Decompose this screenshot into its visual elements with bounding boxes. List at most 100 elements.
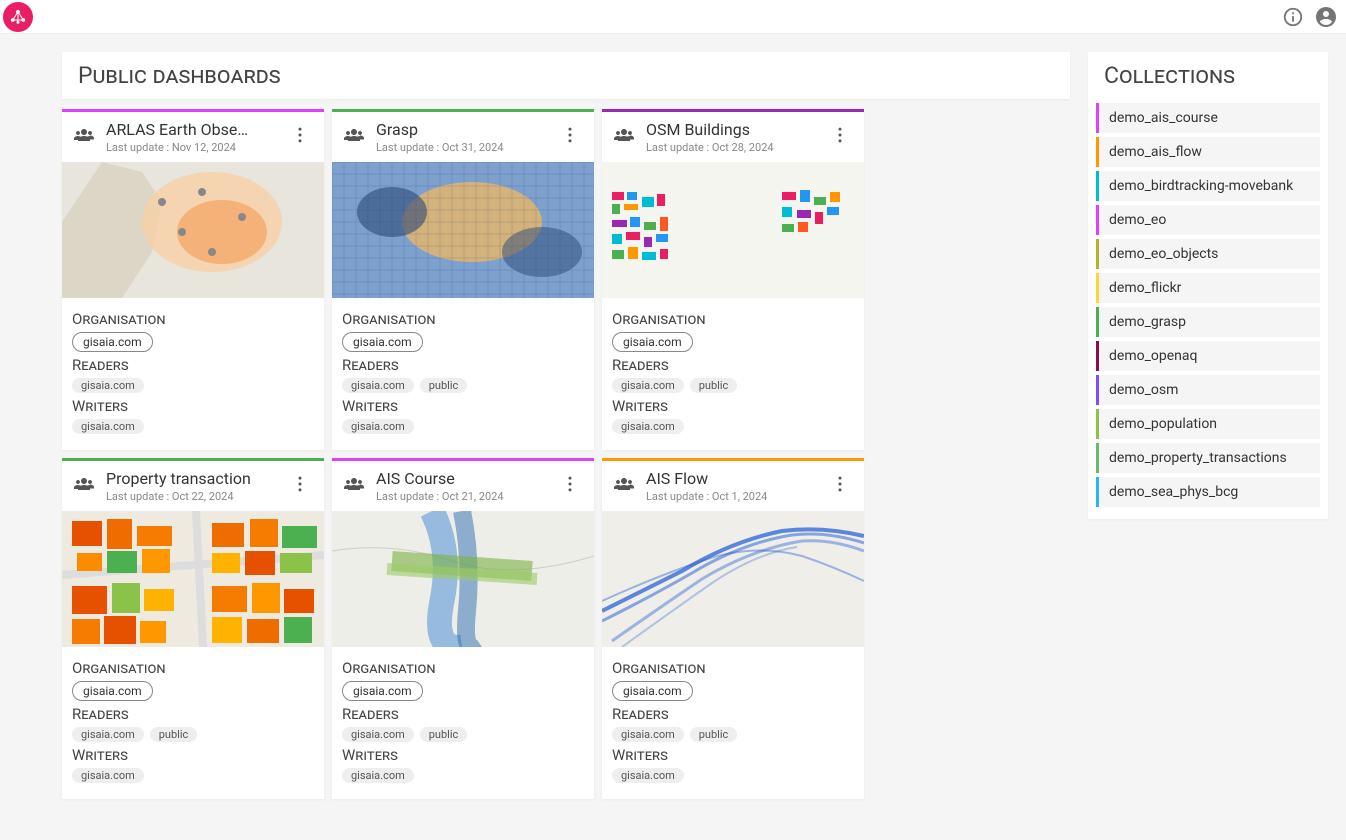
org-label: Organisation bbox=[342, 659, 584, 677]
more-vert-icon bbox=[290, 125, 310, 145]
card-thumbnail[interactable] bbox=[332, 511, 594, 647]
reader-tag: gisaia.com bbox=[342, 727, 414, 742]
org-tag: gisaia.com bbox=[72, 332, 153, 352]
collection-item[interactable]: demo_eo bbox=[1096, 205, 1320, 235]
writers-label: Writers bbox=[72, 746, 314, 764]
collections-title: Collections bbox=[1088, 52, 1328, 99]
card-thumbnail[interactable] bbox=[62, 162, 324, 298]
groups-icon bbox=[72, 472, 96, 500]
reader-tag: public bbox=[420, 378, 468, 393]
card-more-button[interactable] bbox=[286, 470, 314, 502]
reader-tag: public bbox=[420, 727, 468, 742]
collection-item[interactable]: demo_sea_phys_bcg bbox=[1096, 477, 1320, 507]
card-more-button[interactable] bbox=[556, 470, 584, 502]
collection-item[interactable]: demo_birdtracking-movebank bbox=[1096, 171, 1320, 201]
dashboard-card[interactable]: Property transaction Last update : Oct 2… bbox=[62, 458, 324, 799]
writers-label: Writers bbox=[612, 746, 854, 764]
card-subtitle: Last update : Oct 22, 2024 bbox=[106, 490, 276, 503]
writer-tag: gisaia.com bbox=[612, 768, 684, 783]
org-label: Organisation bbox=[342, 310, 584, 328]
org-tag: gisaia.com bbox=[72, 681, 153, 701]
card-thumbnail[interactable] bbox=[62, 511, 324, 647]
app-logo[interactable] bbox=[3, 2, 33, 32]
dashboard-card[interactable]: OSM Buildings Last update : Oct 28, 2024… bbox=[602, 109, 864, 450]
card-subtitle: Last update : Oct 28, 2024 bbox=[646, 141, 816, 154]
collection-item[interactable]: demo_osm bbox=[1096, 375, 1320, 405]
writer-tag: gisaia.com bbox=[72, 768, 144, 783]
reader-tag: gisaia.com bbox=[72, 378, 144, 393]
more-vert-icon bbox=[830, 474, 850, 494]
account-icon bbox=[1314, 5, 1338, 29]
card-subtitle: Last update : Nov 12, 2024 bbox=[106, 141, 276, 154]
card-title: Grasp bbox=[376, 120, 546, 139]
writer-tag: gisaia.com bbox=[72, 419, 144, 434]
card-title: ARLAS Earth Obse… bbox=[106, 120, 276, 139]
card-thumbnail[interactable] bbox=[602, 511, 864, 647]
card-subtitle: Last update : Oct 31, 2024 bbox=[376, 141, 546, 154]
card-more-button[interactable] bbox=[826, 470, 854, 502]
collections-list: demo_ais_course demo_ais_flow demo_birdtra… bbox=[1088, 99, 1328, 519]
groups-icon bbox=[342, 123, 366, 151]
collection-item[interactable]: demo_openaq bbox=[1096, 341, 1320, 371]
reader-tag: gisaia.com bbox=[612, 727, 684, 742]
reader-tag: public bbox=[690, 378, 738, 393]
account-button[interactable] bbox=[1314, 5, 1338, 29]
collection-item[interactable]: demo_property_transactions bbox=[1096, 443, 1320, 473]
groups-icon bbox=[72, 123, 96, 151]
card-subtitle: Last update : Oct 21, 2024 bbox=[376, 490, 546, 503]
readers-label: Readers bbox=[72, 705, 314, 723]
readers-label: Readers bbox=[72, 356, 314, 374]
writer-tag: gisaia.com bbox=[342, 768, 414, 783]
org-label: Organisation bbox=[72, 659, 314, 677]
writers-label: Writers bbox=[72, 397, 314, 415]
dashboard-grid: ARLAS Earth Obse… Last update : Nov 12, … bbox=[62, 109, 1070, 799]
info-icon bbox=[1282, 6, 1304, 28]
more-vert-icon bbox=[560, 474, 580, 494]
dashboard-card[interactable]: AIS Course Last update : Oct 21, 2024 Or… bbox=[332, 458, 594, 799]
readers-label: Readers bbox=[612, 356, 854, 374]
writers-label: Writers bbox=[342, 397, 584, 415]
org-tag: gisaia.com bbox=[342, 681, 423, 701]
collection-item[interactable]: demo_flickr bbox=[1096, 273, 1320, 303]
dashboard-card[interactable]: Grasp Last update : Oct 31, 2024 Organis… bbox=[332, 109, 594, 450]
org-tag: gisaia.com bbox=[612, 332, 693, 352]
groups-icon bbox=[612, 472, 636, 500]
groups-icon bbox=[612, 123, 636, 151]
reader-tag: public bbox=[690, 727, 738, 742]
sidebar: Collections demo_ais_course demo_ais_flow… bbox=[1088, 34, 1346, 840]
org-label: Organisation bbox=[72, 310, 314, 328]
card-more-button[interactable] bbox=[286, 121, 314, 153]
card-more-button[interactable] bbox=[556, 121, 584, 153]
readers-label: Readers bbox=[342, 705, 584, 723]
card-thumbnail[interactable] bbox=[332, 162, 594, 298]
card-thumbnail[interactable] bbox=[602, 162, 864, 298]
dashboard-card[interactable]: AIS Flow Last update : Oct 1, 2024 Organ… bbox=[602, 458, 864, 799]
readers-label: Readers bbox=[342, 356, 584, 374]
collection-item[interactable]: demo_eo_objects bbox=[1096, 239, 1320, 269]
card-title: OSM Buildings bbox=[646, 120, 816, 139]
reader-tag: gisaia.com bbox=[342, 378, 414, 393]
page-title: Public dashboards bbox=[62, 52, 1070, 99]
org-label: Organisation bbox=[612, 659, 854, 677]
card-more-button[interactable] bbox=[826, 121, 854, 153]
collection-item[interactable]: demo_ais_flow bbox=[1096, 137, 1320, 167]
main-content: Public dashboards ARLAS Earth Obse… Last… bbox=[44, 34, 1088, 840]
collection-item[interactable]: demo_population bbox=[1096, 409, 1320, 439]
collection-item[interactable]: demo_ais_course bbox=[1096, 103, 1320, 133]
card-title: Property transaction bbox=[106, 469, 276, 488]
reader-tag: gisaia.com bbox=[72, 727, 144, 742]
writer-tag: gisaia.com bbox=[612, 419, 684, 434]
dashboard-card[interactable]: ARLAS Earth Obse… Last update : Nov 12, … bbox=[62, 109, 324, 450]
info-button[interactable] bbox=[1282, 6, 1304, 28]
writers-label: Writers bbox=[342, 746, 584, 764]
writers-label: Writers bbox=[612, 397, 854, 415]
org-label: Organisation bbox=[612, 310, 854, 328]
reader-tag: gisaia.com bbox=[612, 378, 684, 393]
org-tag: gisaia.com bbox=[612, 681, 693, 701]
collection-item[interactable]: demo_grasp bbox=[1096, 307, 1320, 337]
readers-label: Readers bbox=[612, 705, 854, 723]
org-tag: gisaia.com bbox=[342, 332, 423, 352]
reader-tag: public bbox=[150, 727, 198, 742]
logo-icon bbox=[9, 8, 27, 26]
card-title: AIS Flow bbox=[646, 469, 816, 488]
